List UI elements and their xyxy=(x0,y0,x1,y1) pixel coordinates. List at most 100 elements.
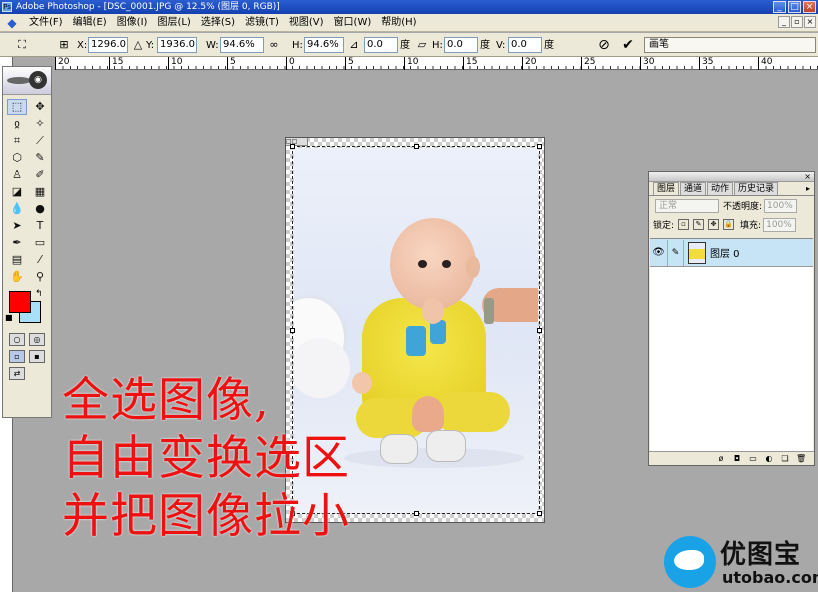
x-field[interactable]: 1296.0 xyxy=(88,37,128,53)
tab-actions[interactable]: 动作 xyxy=(707,182,734,195)
eyedropper-icon[interactable]: ⁄ xyxy=(30,252,50,268)
menu-layer[interactable]: 图层(L) xyxy=(152,14,195,32)
panel-grip[interactable]: × xyxy=(649,172,814,182)
opacity-field[interactable]: 100% xyxy=(764,198,798,213)
jump-to-imageready-icon[interactable]: ⇄ xyxy=(9,367,25,380)
path-select-icon[interactable]: ➤ xyxy=(7,218,27,234)
transform-handle[interactable] xyxy=(290,328,295,333)
fill-field[interactable]: 100% xyxy=(763,217,797,232)
lock-position-icon[interactable]: ✥ xyxy=(708,219,720,230)
trash-icon[interactable]: 🗑 xyxy=(796,454,806,463)
layer-row[interactable]: 👁 ✎ 图层 0 xyxy=(650,239,813,267)
transform-handle[interactable] xyxy=(414,511,419,516)
lock-transparency-icon[interactable]: ▫ xyxy=(678,219,690,230)
menu-edit[interactable]: 编辑(E) xyxy=(68,14,112,32)
hskew-unit: 度 xyxy=(480,40,490,51)
y-field[interactable]: 1936.0 xyxy=(157,37,197,53)
menu-help[interactable]: 帮助(H) xyxy=(376,14,421,32)
quick-mask-icon[interactable]: ◎ xyxy=(29,333,45,346)
transform-handle[interactable] xyxy=(537,511,542,516)
crop-tool-icon[interactable]: ⌗ xyxy=(7,133,27,149)
transform-tool-icon[interactable]: ⛶ xyxy=(14,37,30,53)
blur-tool-icon[interactable]: 💧 xyxy=(7,201,27,217)
lasso-tool-icon[interactable]: ჲ xyxy=(7,116,27,132)
reference-point-icon[interactable]: ⊞ xyxy=(56,37,72,53)
tab-layers[interactable]: 图层 xyxy=(653,182,680,195)
menu-window[interactable]: 窗口(W) xyxy=(329,14,377,32)
magic-wand-icon[interactable]: ✧ xyxy=(30,116,50,132)
transform-handle[interactable] xyxy=(414,144,419,149)
watermark: 优图宝 utobao.com xyxy=(660,530,818,592)
transform-handle[interactable] xyxy=(537,144,542,149)
horizontal-ruler: 20 15 10 5 0 5 10 15 20 25 30 35 40 xyxy=(55,57,818,70)
delta-icon[interactable]: △ xyxy=(130,37,146,53)
transform-handle[interactable] xyxy=(290,144,295,149)
gradient-tool-icon[interactable]: ▦ xyxy=(30,184,50,200)
doc-close-button[interactable]: × xyxy=(804,16,816,28)
eraser-tool-icon[interactable]: ◪ xyxy=(7,184,27,200)
brushes-palette-tab[interactable]: 画笔 xyxy=(644,37,816,53)
clone-stamp-icon[interactable]: ♙ xyxy=(7,167,27,183)
height-field[interactable]: 94.6% xyxy=(304,37,344,53)
rotate-field[interactable]: 0.0 xyxy=(364,37,398,53)
lock-pixels-icon[interactable]: ✎ xyxy=(693,219,705,230)
notes-tool-icon[interactable]: ▤ xyxy=(7,252,27,268)
maximize-button[interactable]: □ xyxy=(788,1,801,13)
close-button[interactable]: × xyxy=(803,1,816,13)
tab-channels[interactable]: 通道 xyxy=(680,182,707,195)
link-icon[interactable]: ∞ xyxy=(266,37,282,53)
screen-mode-full-menu-icon[interactable]: ▪ xyxy=(29,350,45,363)
hskew-field[interactable]: 0.0 xyxy=(444,37,478,53)
panel-menu-icon[interactable]: ▸ xyxy=(802,182,814,195)
ruler-label: 5 xyxy=(345,57,354,70)
screen-mode-standard-icon[interactable]: ▫ xyxy=(9,350,25,363)
ruler-label: 25 xyxy=(581,57,595,70)
layers-panel: × 图层 通道 动作 历史记录 ▸ 正常 不透明度: 100% 锁定: ▫ ✎ … xyxy=(648,171,815,466)
visibility-eye-icon[interactable]: 👁 xyxy=(650,239,668,266)
panel-close-icon[interactable]: × xyxy=(804,172,811,182)
hand-tool-icon[interactable]: ✋ xyxy=(7,269,27,285)
menu-view[interactable]: 视图(V) xyxy=(284,14,329,32)
shape-tool-icon[interactable]: ▭ xyxy=(30,235,50,251)
doc-minimize-button[interactable]: _ xyxy=(778,16,790,28)
minimize-button[interactable]: _ xyxy=(773,1,786,13)
move-tool-icon[interactable]: ✥ xyxy=(30,99,50,115)
swap-colors-icon[interactable]: ↰ xyxy=(35,289,43,299)
width-field[interactable]: 94.6% xyxy=(220,37,264,53)
type-tool-icon[interactable]: T xyxy=(30,218,50,234)
standard-mode-icon[interactable]: ○ xyxy=(9,333,25,346)
pen-tool-icon[interactable]: ✒ xyxy=(7,235,27,251)
doc-restore-button[interactable]: ▫ xyxy=(791,16,803,28)
adjustment-layer-icon[interactable]: ◐ xyxy=(764,454,774,463)
layer-mask-icon[interactable]: ◘ xyxy=(732,454,742,463)
brush-tool-icon[interactable]: ✎ xyxy=(30,150,50,166)
dodge-tool-icon[interactable]: ● xyxy=(30,201,50,217)
layer-style-icon[interactable]: ø xyxy=(716,454,726,463)
slice-tool-icon[interactable]: ⟋ xyxy=(30,133,50,149)
new-layer-icon[interactable]: ❏ xyxy=(780,454,790,463)
menu-file[interactable]: 文件(F) xyxy=(24,14,68,32)
blend-mode-select[interactable]: 正常 xyxy=(655,198,719,213)
vskew-field[interactable]: 0.0 xyxy=(508,37,542,53)
tab-history[interactable]: 历史记录 xyxy=(734,182,779,195)
new-group-icon[interactable]: ▭ xyxy=(748,454,758,463)
opacity-label: 不透明度: xyxy=(723,202,763,212)
menu-image[interactable]: 图像(I) xyxy=(112,14,153,32)
default-colors-icon[interactable]: ■ xyxy=(5,313,13,322)
transform-handle[interactable] xyxy=(537,328,542,333)
zoom-tool-icon[interactable]: ⚲ xyxy=(30,269,50,285)
menu-filter[interactable]: 滤镜(T) xyxy=(240,14,284,32)
healing-brush-icon[interactable]: ⬡ xyxy=(7,150,27,166)
cancel-transform-icon[interactable]: ⊘ xyxy=(596,37,612,53)
photoshop-logo-icon[interactable]: ◆ xyxy=(2,15,22,31)
foreground-color-swatch[interactable] xyxy=(9,291,31,313)
menu-select[interactable]: 选择(S) xyxy=(196,14,240,32)
marquee-tool-icon[interactable]: ⬚ xyxy=(7,99,27,115)
online-services-icon[interactable]: ◉ xyxy=(29,71,47,89)
lock-label: 锁定: xyxy=(653,221,675,231)
instruction-overlay: 全选图像, 自由变换选区 并把图像拉小 xyxy=(62,372,350,546)
layer-brush-icon[interactable]: ✎ xyxy=(668,239,684,266)
lock-all-icon[interactable]: 🔒 xyxy=(723,219,735,230)
history-brush-icon[interactable]: ✐ xyxy=(30,167,50,183)
commit-transform-icon[interactable]: ✔ xyxy=(620,37,636,53)
